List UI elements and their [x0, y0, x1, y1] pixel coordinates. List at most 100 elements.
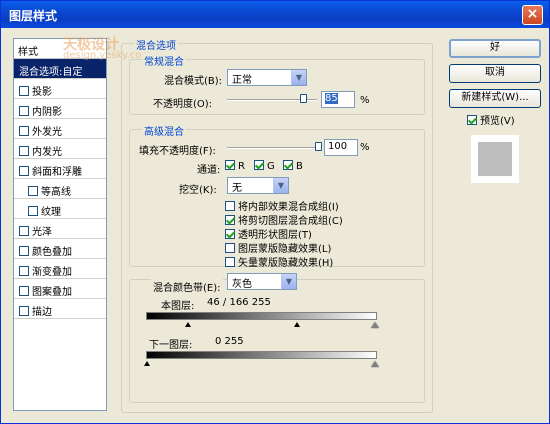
general-blending-title: 常规混合	[142, 53, 186, 68]
underlying-layer-label: 下一图层:	[149, 340, 193, 351]
opacity-label: 不透明度(O):	[153, 99, 213, 110]
channel-g-label: G	[267, 161, 275, 172]
blend-mode-label: 混合模式(B):	[164, 76, 223, 87]
channel-b-label: B	[296, 161, 303, 172]
style-item[interactable]: 内阴影	[14, 99, 106, 119]
style-item-checkbox[interactable]	[19, 86, 29, 96]
fill-opacity-label: 填充不透明度(F):	[139, 146, 216, 157]
style-item-label: 外发光	[32, 127, 62, 138]
opacity-input[interactable]: 85	[321, 91, 355, 108]
advanced-option[interactable]: 透明形状图层(T)	[225, 226, 312, 241]
style-item-label: 混合选项:自定	[19, 67, 83, 78]
style-item-label: 颜色叠加	[32, 247, 72, 258]
style-item-checkbox[interactable]	[19, 146, 29, 156]
style-item-label: 内发光	[32, 147, 62, 158]
underlying-black-slider[interactable]	[144, 361, 150, 366]
channel-b[interactable]: B	[283, 160, 303, 172]
style-item-checkbox[interactable]	[28, 186, 38, 196]
knockout-select[interactable]: 无 ▼	[227, 177, 289, 194]
this-layer-black-slider[interactable]	[185, 322, 191, 327]
blend-if-select[interactable]: 灰色 ▼	[227, 273, 297, 290]
style-item[interactable]: 等高线	[14, 179, 106, 199]
style-item[interactable]: 描边	[14, 299, 106, 319]
cancel-button[interactable]: 取消	[449, 64, 541, 83]
new-style-button[interactable]: 新建样式(W)...	[449, 89, 541, 108]
fill-opacity-unit: %	[360, 142, 370, 153]
advanced-option[interactable]: 图层蒙版隐藏效果(L)	[225, 240, 331, 255]
style-item-checkbox[interactable]	[19, 286, 29, 296]
channel-b-checkbox[interactable]	[283, 160, 293, 170]
style-item-checkbox[interactable]	[28, 206, 38, 216]
style-item[interactable]: 渐变叠加	[14, 259, 106, 279]
style-item[interactable]: 光泽	[14, 219, 106, 239]
style-item[interactable]: 投影	[14, 79, 106, 99]
preview-swatch	[478, 142, 512, 176]
advanced-blending-title: 高级混合	[142, 123, 186, 138]
channel-r-checkbox[interactable]	[225, 160, 235, 170]
style-item[interactable]: 外发光	[14, 119, 106, 139]
style-item-checkbox[interactable]	[19, 126, 29, 136]
advanced-option[interactable]: 将剪切图层混合成组(C)	[225, 212, 343, 227]
blend-mode-value: 正常	[232, 75, 252, 86]
ok-button[interactable]: 好	[449, 39, 541, 58]
advanced-option-checkbox[interactable]	[225, 257, 235, 267]
underlying-layer-gradient	[146, 351, 377, 359]
style-item-checkbox[interactable]	[19, 266, 29, 276]
channel-g-checkbox[interactable]	[254, 160, 264, 170]
style-item-checkbox[interactable]	[19, 106, 29, 116]
fill-opacity-slider-thumb[interactable]	[315, 142, 322, 151]
preview-label: 预览(V)	[480, 116, 515, 127]
layer-style-dialog: 图层样式 × 样式 混合选项:自定 投影 内阴影 外发光 内发光 斜面和浮雕 等高线 纹理 光泽…	[0, 0, 550, 424]
fill-opacity-input[interactable]: 100	[324, 139, 358, 156]
fill-opacity-slider-track[interactable]	[227, 147, 321, 149]
advanced-option-checkbox[interactable]	[225, 201, 235, 211]
style-item[interactable]: 混合选项:自定	[14, 59, 106, 79]
style-item-checkbox[interactable]	[19, 226, 29, 236]
style-item[interactable]: 图案叠加	[14, 279, 106, 299]
title-bar[interactable]: 图层样式 ×	[1, 1, 549, 28]
style-item-label: 描边	[32, 307, 52, 318]
chevron-down-icon: ▼	[281, 274, 296, 289]
style-item[interactable]: 纹理	[14, 199, 106, 219]
advanced-option[interactable]: 矢量蒙版隐藏效果(H)	[225, 254, 333, 269]
blend-mode-select[interactable]: 正常 ▼	[227, 69, 307, 86]
style-item-label: 光泽	[32, 227, 52, 238]
advanced-option-checkbox[interactable]	[225, 215, 235, 225]
channel-r-label: R	[238, 161, 245, 172]
advanced-option[interactable]: 将内部效果混合成组(I)	[225, 198, 339, 213]
knockout-label: 挖空(K):	[179, 185, 217, 196]
underlying-layer-values: 0 255	[215, 336, 244, 347]
preview-checkbox[interactable]	[467, 115, 477, 125]
channel-g[interactable]: G	[254, 160, 275, 172]
underlying-white-slider[interactable]	[371, 361, 379, 367]
preview-toggle[interactable]: 预览(V)	[467, 112, 515, 127]
opacity-unit: %	[360, 95, 370, 106]
advanced-option-checkbox[interactable]	[225, 229, 235, 239]
this-layer-white-slider[interactable]	[371, 322, 379, 328]
style-item[interactable]: 颜色叠加	[14, 239, 106, 259]
style-item[interactable]: 斜面和浮雕	[14, 159, 106, 179]
window-title: 图层样式	[9, 9, 58, 23]
style-item[interactable]: 内发光	[14, 139, 106, 159]
close-button[interactable]: ×	[522, 5, 543, 25]
style-item-checkbox[interactable]	[19, 246, 29, 256]
channel-r[interactable]: R	[225, 160, 245, 172]
style-item-checkbox[interactable]	[19, 166, 29, 176]
fill-opacity-value: 100	[328, 141, 348, 152]
style-item-label: 斜面和浮雕	[32, 167, 82, 178]
blend-if-value: 灰色	[232, 279, 252, 290]
opacity-slider-thumb[interactable]	[300, 94, 307, 103]
this-layer-gradient	[146, 312, 377, 320]
styles-list: 样式 混合选项:自定 投影 内阴影 外发光 内发光 斜面和浮雕 等高线 纹理 光泽 颜色叠加 渐变叠…	[13, 38, 107, 411]
this-layer-label: 本图层:	[161, 301, 195, 312]
advanced-option-checkbox[interactable]	[225, 243, 235, 253]
style-item-label: 内阴影	[32, 107, 62, 118]
style-item-label: 渐变叠加	[32, 267, 72, 278]
style-item-checkbox[interactable]	[19, 306, 29, 316]
opacity-value: 85	[325, 93, 338, 104]
style-item-label: 图案叠加	[32, 287, 72, 298]
this-layer-black-split-slider[interactable]	[294, 322, 300, 327]
chevron-down-icon: ▼	[291, 70, 306, 85]
style-preview	[471, 135, 519, 183]
channels-label: 通道:	[197, 165, 221, 176]
